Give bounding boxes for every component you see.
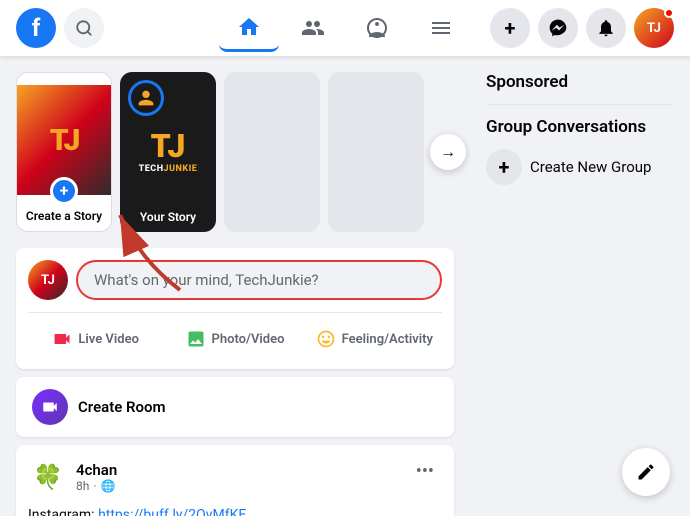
edit-icon	[636, 462, 656, 482]
post-input-field[interactable]: What's on your mind, TechJunkie?	[76, 260, 442, 300]
add-story-icon: +	[50, 177, 78, 205]
create-group-icon: +	[486, 149, 522, 185]
nav-groups-button[interactable]	[347, 4, 407, 52]
instagram-link[interactable]: https://buff.ly/2QvMfKE	[98, 507, 246, 516]
feeling-activity-label: Feeling/Activity	[342, 332, 433, 347]
post-user-info: 🍀 4chan 8h · 🌐	[28, 457, 117, 497]
photo-video-label: Photo/Video	[212, 332, 285, 347]
arrow-right-icon: →	[440, 142, 456, 162]
post-placeholder: What's on your mind, TechJunkie?	[94, 271, 319, 289]
create-new-group-button[interactable]: + Create New Group	[486, 145, 674, 189]
nav-menu-button[interactable]	[411, 4, 471, 52]
feed-column: TJ + Create a Story TJ TECHJUNKIE	[0, 56, 470, 516]
create-group-label: Create New Group	[530, 158, 651, 176]
group-conversations-heading: Group Conversations	[486, 117, 674, 137]
edit-button[interactable]	[622, 448, 670, 496]
story-avatar-icon	[135, 87, 157, 109]
post-card: 🍀 4chan 8h · 🌐 ••• Instagram:	[16, 445, 454, 516]
search-button[interactable]	[64, 8, 104, 48]
notification-dot	[664, 8, 674, 18]
emoji-icon	[316, 329, 336, 349]
instagram-label: Instagram:	[28, 507, 95, 516]
groups-icon	[365, 16, 389, 40]
add-button[interactable]: +	[490, 8, 530, 48]
nav-left: f	[16, 8, 219, 48]
create-room-label: Create Room	[78, 398, 166, 416]
video-room-icon	[41, 398, 59, 416]
post-header: 🍀 4chan 8h · 🌐 •••	[28, 457, 442, 497]
sidebar-divider	[486, 104, 674, 105]
top-navigation: f +	[0, 0, 690, 56]
globe-icon: 🌐	[101, 479, 116, 493]
feeling-activity-button[interactable]: Feeling/Activity	[307, 321, 442, 357]
sponsored-heading: Sponsored	[486, 72, 674, 92]
stories-row: TJ + Create a Story TJ TECHJUNKIE	[16, 72, 454, 232]
friends-icon	[301, 16, 325, 40]
facebook-logo[interactable]: f	[16, 8, 56, 48]
notifications-button[interactable]	[586, 8, 626, 48]
room-icon	[32, 389, 68, 425]
stories-next-button[interactable]: →	[430, 134, 466, 170]
main-container: TJ + Create a Story TJ TECHJUNKIE	[0, 56, 690, 516]
empty-story-2	[328, 72, 424, 232]
techjunkie-logo: TJ TECHJUNKIE	[139, 130, 198, 174]
more-options-icon: •••	[416, 461, 434, 482]
empty-story-1	[224, 72, 320, 232]
post-user-details: 4chan 8h · 🌐	[76, 461, 117, 493]
photo-icon	[186, 329, 206, 349]
post-meta: 8h · 🌐	[76, 479, 117, 493]
bell-icon	[596, 18, 616, 38]
create-room-button[interactable]: Create Room	[16, 377, 454, 437]
your-story-card[interactable]: TJ TECHJUNKIE Your Story	[120, 72, 216, 232]
post-more-button[interactable]: •••	[408, 457, 442, 486]
post-time: 8h	[76, 479, 89, 493]
nav-friends-button[interactable]	[283, 4, 343, 52]
nav-right: + TJ	[471, 8, 674, 48]
plus-icon: +	[505, 16, 516, 40]
post-body: Instagram: https://buff.ly/2QvMfKE YouTu…	[28, 505, 442, 516]
post-input-row: TJ What's on your mind, TechJunkie?	[28, 260, 442, 300]
live-video-icon	[52, 329, 72, 349]
live-video-label: Live Video	[78, 332, 139, 347]
fb-logo-text: f	[32, 14, 41, 42]
home-icon	[237, 15, 261, 39]
current-user-avatar: TJ	[28, 260, 68, 300]
search-icon	[75, 19, 93, 37]
post-user-avatar: 🍀	[28, 457, 68, 497]
menu-icon	[429, 16, 453, 40]
live-video-button[interactable]: Live Video	[28, 321, 163, 357]
post-globe-icon: ·	[93, 479, 96, 493]
post-creation-box: TJ What's on your mind, TechJunkie? Live…	[16, 248, 454, 369]
nav-home-button[interactable]	[219, 4, 279, 52]
messenger-icon	[548, 18, 568, 38]
your-story-label: Your Story	[120, 210, 216, 224]
nav-center	[219, 4, 471, 52]
create-story-card[interactable]: TJ + Create a Story	[16, 72, 112, 232]
post-actions: Live Video Photo/Video Feeling/Activity	[28, 312, 442, 357]
right-sidebar: Sponsored Group Conversations + Create N…	[470, 56, 690, 516]
create-story-image: TJ +	[16, 85, 112, 195]
avatar-initials: TJ	[647, 21, 661, 36]
photo-video-button[interactable]: Photo/Video	[167, 321, 302, 357]
user-avatar-text: TJ	[41, 273, 55, 288]
post-username: 4chan	[76, 461, 117, 479]
messenger-button[interactable]	[538, 8, 578, 48]
user-avatar-nav[interactable]: TJ	[634, 8, 674, 48]
story-user-avatar	[128, 80, 164, 116]
